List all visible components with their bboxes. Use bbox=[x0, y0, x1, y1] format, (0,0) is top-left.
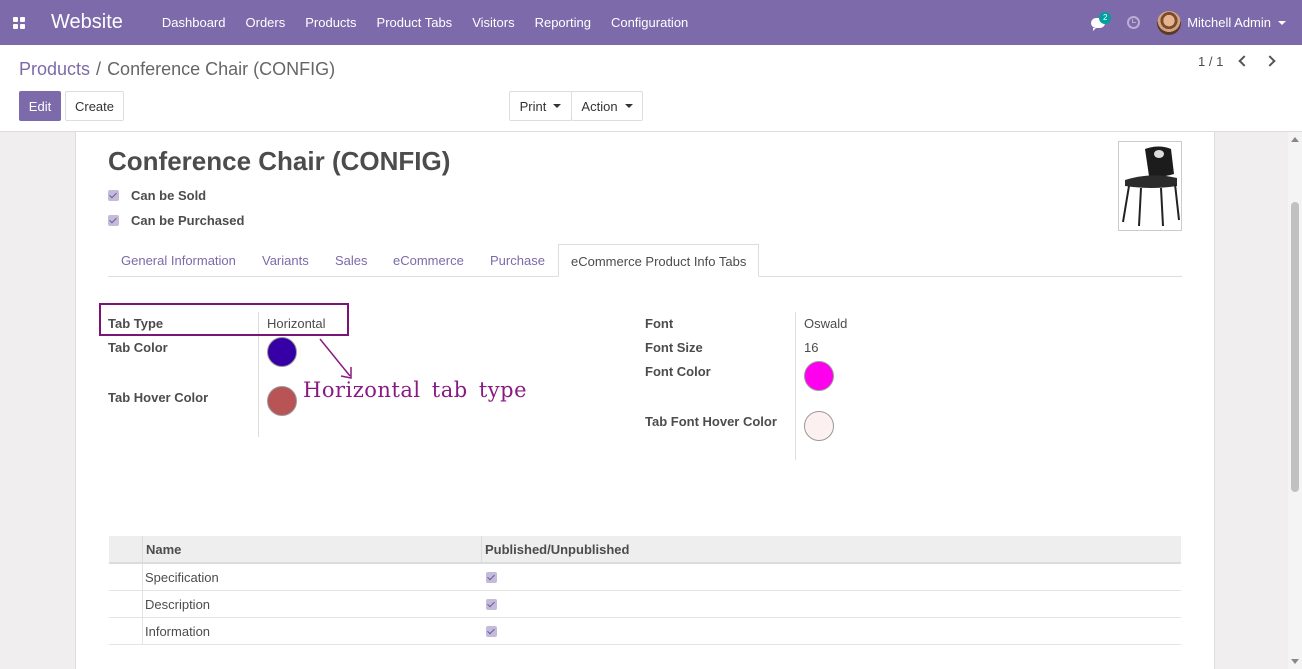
breadcrumb-separator: / bbox=[96, 59, 102, 79]
font-value: Oswald bbox=[804, 316, 848, 331]
chevron-down-icon bbox=[624, 104, 633, 108]
chat-count-badge: 2 bbox=[1099, 12, 1112, 24]
can-be-sold-checkbox[interactable] bbox=[108, 190, 119, 201]
tab-purchase[interactable]: Purchase bbox=[490, 244, 545, 277]
print-dropdown[interactable]: Print bbox=[509, 91, 572, 121]
row-published-checkbox[interactable] bbox=[486, 626, 497, 637]
main-menu: Dashboard Orders Products Product Tabs V… bbox=[152, 0, 698, 45]
tab-font-hover-color-swatch bbox=[804, 411, 834, 441]
tab-hover-color-swatch bbox=[267, 386, 297, 416]
row-select-cell bbox=[109, 591, 143, 617]
user-name: Mitchell Admin bbox=[1187, 15, 1271, 30]
tab-variants[interactable]: Variants bbox=[262, 244, 309, 277]
breadcrumb: Products / Conference Chair (CONFIG) bbox=[19, 59, 335, 80]
chevron-down-icon bbox=[1278, 20, 1286, 25]
tab-font-hover-color-label: Tab Font Hover Color bbox=[645, 414, 777, 429]
row-select-cell bbox=[109, 618, 143, 644]
scroll-down-icon[interactable] bbox=[1291, 659, 1299, 664]
row-name: Information bbox=[145, 624, 211, 639]
font-label: Font bbox=[645, 316, 674, 331]
can-be-purchased-checkbox[interactable] bbox=[108, 215, 119, 226]
menu-reporting[interactable]: Reporting bbox=[525, 0, 601, 45]
row-published-checkbox[interactable] bbox=[486, 599, 497, 610]
chevron-down-icon bbox=[553, 104, 562, 108]
edit-button[interactable]: Edit bbox=[19, 91, 61, 121]
top-navbar: Website Dashboard Orders Products Produc… bbox=[0, 0, 1302, 45]
menu-dashboard[interactable]: Dashboard bbox=[152, 0, 236, 45]
column-separator bbox=[481, 536, 482, 562]
action-dropdown[interactable]: Action bbox=[571, 91, 643, 121]
can-be-purchased-label: Can be Purchased bbox=[131, 213, 245, 228]
header-select-cell bbox=[109, 536, 143, 562]
tab-hover-color-label: Tab Hover Color bbox=[108, 390, 209, 405]
font-size-label: Font Size bbox=[645, 340, 703, 355]
tab-ecommerce-product-info-tabs[interactable]: eCommerce Product Info Tabs bbox=[558, 244, 760, 277]
menu-products[interactable]: Products bbox=[295, 0, 366, 45]
tab-type-highlight-box bbox=[99, 303, 349, 336]
menu-configuration[interactable]: Configuration bbox=[601, 0, 698, 45]
pager-value[interactable]: 1 / 1 bbox=[1198, 54, 1223, 69]
can-be-sold-row: Can be Sold bbox=[108, 188, 206, 203]
row-name: Specification bbox=[145, 570, 219, 585]
table-row[interactable]: Information bbox=[109, 618, 1181, 645]
table-row[interactable]: Description bbox=[109, 591, 1181, 618]
product-image[interactable] bbox=[1118, 141, 1182, 231]
tab-color-label: Tab Color bbox=[108, 340, 168, 355]
user-menu[interactable]: Mitchell Admin bbox=[1157, 10, 1302, 35]
table-row[interactable]: Specification bbox=[109, 564, 1181, 591]
font-color-label: Font Color bbox=[645, 364, 711, 379]
annotation-text: Horizontal tab type bbox=[303, 378, 528, 402]
row-select-cell bbox=[109, 564, 143, 590]
menu-visitors[interactable]: Visitors bbox=[462, 0, 524, 45]
field-divider bbox=[795, 312, 796, 460]
activity-clock-icon[interactable] bbox=[1113, 0, 1153, 45]
notebook-tabs: General Information Variants Sales eComm… bbox=[108, 244, 1182, 277]
row-name: Description bbox=[145, 597, 211, 612]
table-header: Name Published/Unpublished bbox=[109, 536, 1181, 564]
action-label: Action bbox=[581, 98, 618, 114]
column-name-header[interactable]: Name bbox=[146, 536, 181, 564]
pager-previous-icon[interactable] bbox=[1238, 54, 1250, 68]
tab-color-swatch bbox=[267, 337, 297, 367]
print-label: Print bbox=[519, 98, 547, 114]
font-color-swatch bbox=[804, 361, 834, 391]
tab-sales[interactable]: Sales bbox=[335, 244, 368, 277]
breadcrumb-products-link[interactable]: Products bbox=[19, 59, 90, 79]
can-be-sold-label: Can be Sold bbox=[131, 188, 207, 203]
scroll-thumb[interactable] bbox=[1291, 202, 1299, 492]
menu-product-tabs[interactable]: Product Tabs bbox=[367, 0, 463, 45]
can-be-purchased-row: Can be Purchased bbox=[108, 213, 244, 228]
tab-general-information[interactable]: General Information bbox=[121, 244, 236, 277]
tab-ecommerce[interactable]: eCommerce bbox=[393, 244, 464, 277]
font-size-value: 16 bbox=[804, 340, 819, 355]
scrollbar[interactable] bbox=[1288, 132, 1302, 669]
pager-next-icon[interactable] bbox=[1264, 54, 1276, 68]
menu-orders[interactable]: Orders bbox=[236, 0, 296, 45]
scroll-up-icon[interactable] bbox=[1291, 137, 1299, 142]
product-tabs-table: Name Published/Unpublished Specification… bbox=[109, 536, 1181, 645]
create-button[interactable]: Create bbox=[65, 91, 124, 121]
control-panel: Products / Conference Chair (CONFIG) Edit … bbox=[0, 45, 1302, 132]
column-published-header[interactable]: Published/Unpublished bbox=[485, 536, 629, 564]
chair-image-icon bbox=[1122, 146, 1180, 227]
row-published-checkbox[interactable] bbox=[486, 572, 497, 583]
apps-menu-icon[interactable] bbox=[0, 0, 38, 45]
app-title: Website bbox=[51, 11, 123, 33]
annotation-arrow-icon bbox=[319, 338, 352, 379]
chat-icon[interactable]: 2 bbox=[1083, 0, 1113, 45]
breadcrumb-current: Conference Chair (CONFIG) bbox=[107, 59, 336, 79]
product-title: Conference Chair (CONFIG) bbox=[108, 146, 451, 176]
avatar bbox=[1157, 10, 1182, 35]
